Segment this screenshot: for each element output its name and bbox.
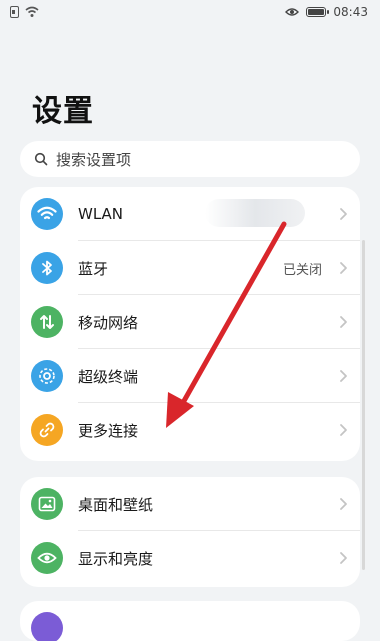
super-device-icon xyxy=(31,360,63,392)
chevron-right-icon xyxy=(340,262,347,274)
settings-item-label: 桌面和壁纸 xyxy=(78,495,154,514)
chevron-right-icon xyxy=(340,552,347,564)
status-right: 08:43 xyxy=(285,5,368,19)
chevron-right-icon xyxy=(340,498,347,510)
eye-comfort-icon xyxy=(285,8,300,16)
settings-item-label: WLAN xyxy=(78,205,124,223)
settings-item-label: 超级终端 xyxy=(78,367,139,386)
bluetooth-icon xyxy=(31,252,63,284)
settings-item-more-connections[interactable]: 更多连接 xyxy=(20,403,360,457)
search-placeholder: 搜索设置项 xyxy=(56,150,132,169)
bluetooth-status-value: 已关闭 xyxy=(282,262,322,278)
settings-group-display: 桌面和壁纸 显示和亮度 xyxy=(20,477,360,587)
search-input[interactable]: 搜索设置项 xyxy=(20,141,360,177)
settings-item-mobile-network[interactable]: 移动网络 xyxy=(20,295,360,349)
link-icon xyxy=(31,414,63,446)
settings-item-home-wallpaper[interactable]: 桌面和壁纸 xyxy=(20,477,360,531)
wifi-icon xyxy=(31,198,63,230)
search-icon xyxy=(34,152,48,166)
settings-item-super-device[interactable]: 超级终端 xyxy=(20,349,360,403)
settings-item-wlan[interactable]: WLAN xyxy=(20,187,360,241)
settings-group-connectivity: WLAN 蓝牙 已关闭 移动网络 超级终端 更多连接 xyxy=(20,187,360,461)
chevron-right-icon xyxy=(340,424,347,436)
chevron-right-icon xyxy=(340,208,347,220)
settings-item-label: 更多连接 xyxy=(78,421,139,440)
status-left xyxy=(10,6,39,18)
chevron-right-icon xyxy=(340,370,347,382)
wifi-network-name-blurred xyxy=(205,199,305,227)
chevron-right-icon xyxy=(340,316,347,328)
settings-item-label: 移动网络 xyxy=(78,313,139,332)
status-bar: 08:43 xyxy=(0,0,380,26)
scrollbar[interactable] xyxy=(362,240,365,570)
mobile-network-icon xyxy=(31,306,63,338)
battery-icon xyxy=(306,7,330,17)
settings-item-bluetooth[interactable]: 蓝牙 已关闭 xyxy=(20,241,360,295)
wifi-status-icon xyxy=(25,6,39,17)
settings-item-label: 蓝牙 xyxy=(78,259,109,278)
page-title: 设置 xyxy=(32,94,94,129)
partial-item-icon xyxy=(31,612,63,641)
display-eye-icon xyxy=(31,542,63,574)
wallpaper-icon xyxy=(31,488,63,520)
sim-card-icon xyxy=(10,6,19,18)
settings-item-display-brightness[interactable]: 显示和亮度 xyxy=(20,531,360,585)
settings-item-label: 显示和亮度 xyxy=(78,549,154,568)
clock: 08:43 xyxy=(333,5,368,19)
settings-group-next xyxy=(20,601,360,641)
